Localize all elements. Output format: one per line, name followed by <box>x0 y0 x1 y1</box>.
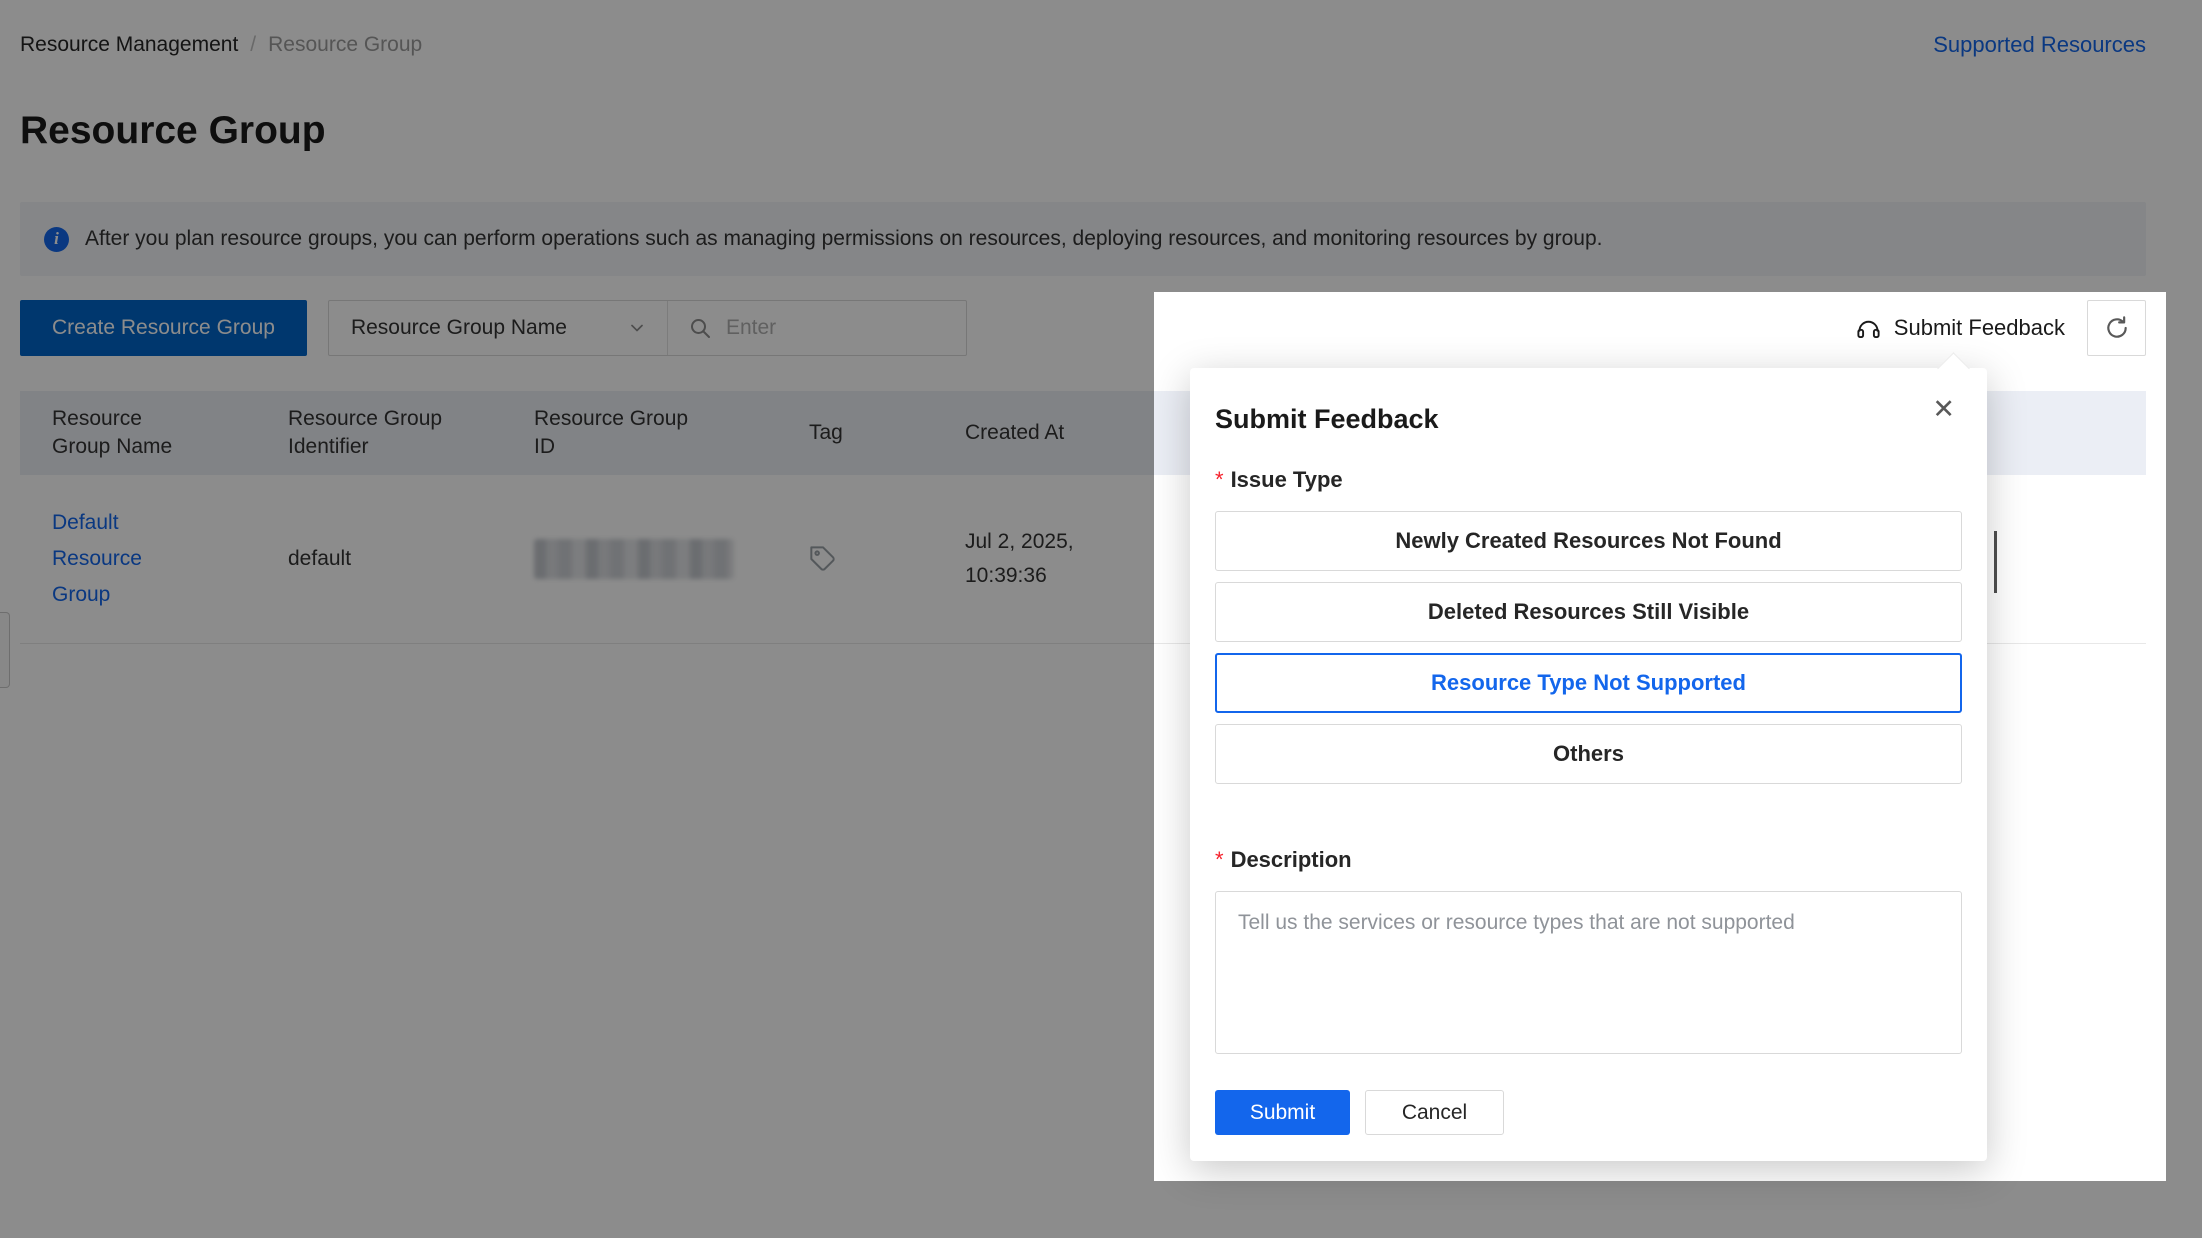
description-textarea[interactable] <box>1215 891 1962 1054</box>
breadcrumb-resource-group: Resource Group <box>268 32 422 58</box>
popover-title: Submit Feedback <box>1215 402 1962 436</box>
breadcrumb-resource-management[interactable]: Resource Management <box>20 32 238 58</box>
search-box <box>668 301 966 355</box>
cell-resource-group-identifier: default <box>256 547 502 571</box>
sidebar-collapse-handle[interactable] <box>0 612 10 688</box>
masked-resource-group-id <box>534 539 734 579</box>
headset-icon <box>1855 315 1882 342</box>
issue-type-option[interactable]: Newly Created Resources Not Found <box>1215 511 1962 571</box>
description-field-wrap: Tell us the services or resource types t… <box>1215 891 1962 1054</box>
submit-feedback-link[interactable]: Submit Feedback <box>1855 315 2065 342</box>
column-header-resource-group-identifier: Resource Group Identifier <box>256 405 502 461</box>
breadcrumb: Resource Management / Resource Group <box>20 32 422 58</box>
search-input[interactable] <box>726 316 946 340</box>
tag-icon[interactable] <box>809 545 933 573</box>
cell-resource-group-id <box>502 539 777 579</box>
issue-type-option[interactable]: Others <box>1215 724 1962 784</box>
topbar: Resource Management / Resource Group Sup… <box>20 0 2146 58</box>
chevron-down-icon <box>627 318 647 338</box>
column-header-created-at: Created At <box>933 419 1158 447</box>
cell-tag <box>777 545 933 573</box>
refresh-button[interactable] <box>2087 300 2146 356</box>
close-icon[interactable]: ✕ <box>1932 396 1955 423</box>
toolbar-right: Submit Feedback <box>1855 300 2146 356</box>
issue-type-option[interactable]: Deleted Resources Still Visible <box>1215 582 1962 642</box>
column-header-tag: Tag <box>777 419 933 447</box>
refresh-icon <box>2104 315 2130 341</box>
submit-feedback-popover: Submit Feedback ✕ *Issue Type Newly Crea… <box>1190 368 1987 1161</box>
page-title: Resource Group <box>20 108 2146 154</box>
column-header-resource-group-id: Resource Group ID <box>502 405 777 461</box>
create-resource-group-button[interactable]: Create Resource Group <box>20 300 307 356</box>
issue-type-option[interactable]: Resource Type Not Supported <box>1215 653 1962 713</box>
column-header-resource-group-name: Resource Group Name <box>20 405 256 461</box>
supported-resources-link[interactable]: Supported Resources <box>1933 32 2146 58</box>
cell-created-at: Jul 2, 2025, 10:39:36 <box>933 525 1158 593</box>
cancel-button[interactable]: Cancel <box>1365 1090 1504 1135</box>
filter-group: Resource Group Name <box>328 300 967 356</box>
filter-type-select[interactable]: Resource Group Name <box>329 301 668 355</box>
popover-actions: Submit Cancel <box>1215 1090 1962 1135</box>
info-banner-text: After you plan resource groups, you can … <box>85 227 1602 251</box>
default-resource-group-link[interactable]: Default Resource Group <box>52 505 157 613</box>
issue-type-options: Newly Created Resources Not Found Delete… <box>1215 511 1962 784</box>
info-banner: i After you plan resource groups, you ca… <box>20 202 2146 276</box>
breadcrumb-separator: / <box>250 32 256 58</box>
cell-resource-group-name: Default Resource Group <box>20 505 256 613</box>
description-label: *Description <box>1215 846 1962 873</box>
search-icon <box>688 316 712 340</box>
submit-button[interactable]: Submit <box>1215 1090 1350 1135</box>
toolbar: Create Resource Group Resource Group Nam… <box>20 300 2146 356</box>
issue-type-label: *Issue Type <box>1215 466 1962 493</box>
info-icon: i <box>44 227 69 252</box>
clipped-text-fragment <box>1994 531 1997 593</box>
required-marker: * <box>1215 847 1224 872</box>
submit-feedback-link-label: Submit Feedback <box>1894 315 2065 341</box>
filter-type-value: Resource Group Name <box>351 316 567 340</box>
required-marker: * <box>1215 467 1224 492</box>
